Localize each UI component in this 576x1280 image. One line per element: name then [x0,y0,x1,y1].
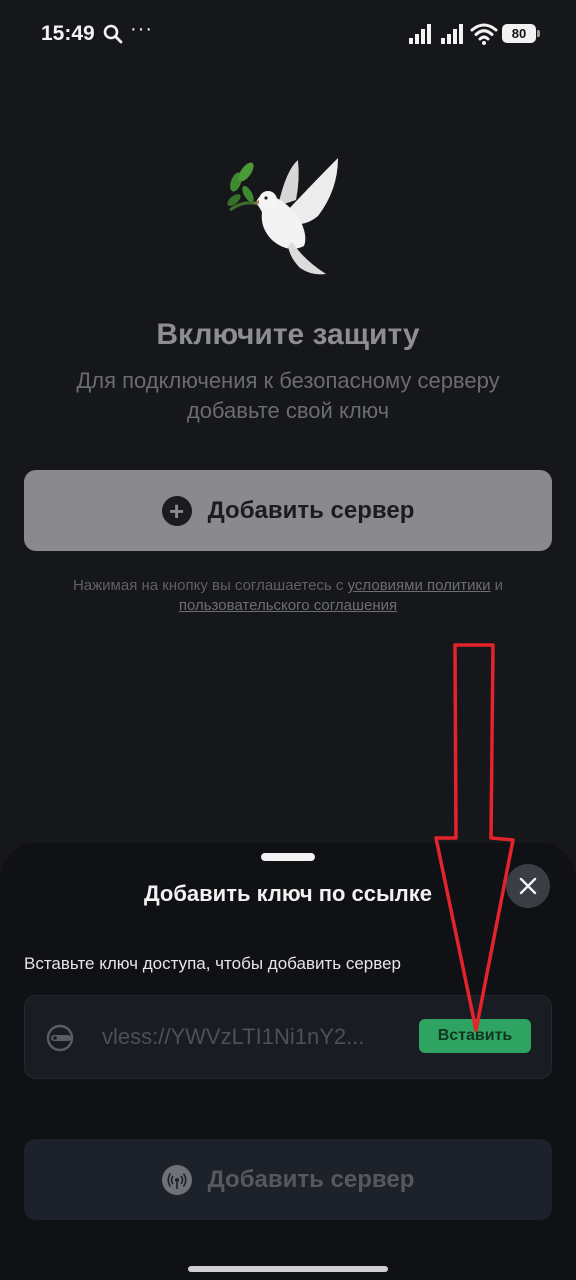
status-time: 15:49 [41,22,95,45]
add-key-sheet: Добавить ключ по ссылке Вставьте ключ до… [0,843,576,1280]
add-server-submit-button[interactable]: Добавить сервер [24,1139,552,1220]
page-title: Включите защиту [156,318,420,351]
more-notifications-icon: ··· [130,18,153,40]
add-server-label: Добавить сервер [207,496,415,524]
wifi-icon [470,23,498,45]
add-server-submit-label: Добавить сервер [207,1165,415,1193]
sheet-drag-handle[interactable] [261,853,315,861]
battery-icon: 80 [502,24,540,43]
key-input-field[interactable]: vless://YWVzLTI1Ni1nY2... Вставить [24,995,552,1079]
terms-middle: и [490,577,504,594]
close-icon [519,877,537,895]
policy-link[interactable]: условиями политики [348,577,491,594]
paste-button[interactable]: Вставить [419,1019,531,1053]
signal-icon [409,24,431,44]
sheet-title: Добавить ключ по ссылке [143,881,433,906]
terms-notice: Нажимая на кнопку вы соглашаетесь с усло… [40,576,536,616]
antenna-icon [161,1164,192,1195]
page-subtitle: Для подключения к безопасному серверу до… [76,368,500,423]
plus-icon: + [161,495,192,526]
add-server-button[interactable]: + Добавить сервер [24,470,552,551]
status-bar: 15:49 ··· 80 [0,0,576,68]
key-value: vless://YWVzLTI1Ni1nY2... [102,1024,365,1049]
close-button[interactable] [506,864,550,908]
search-icon [103,24,123,44]
key-instruction: Вставьте ключ доступа, чтобы добавить се… [24,954,401,973]
agreement-link[interactable]: пользовательского соглашения [179,597,397,614]
home-indicator[interactable] [188,1266,388,1272]
key-icon [46,1024,74,1052]
signal-icon [441,24,463,44]
terms-prefix: Нажимая на кнопку вы соглашаетесь с [72,577,348,594]
dove-illustration [227,158,338,275]
